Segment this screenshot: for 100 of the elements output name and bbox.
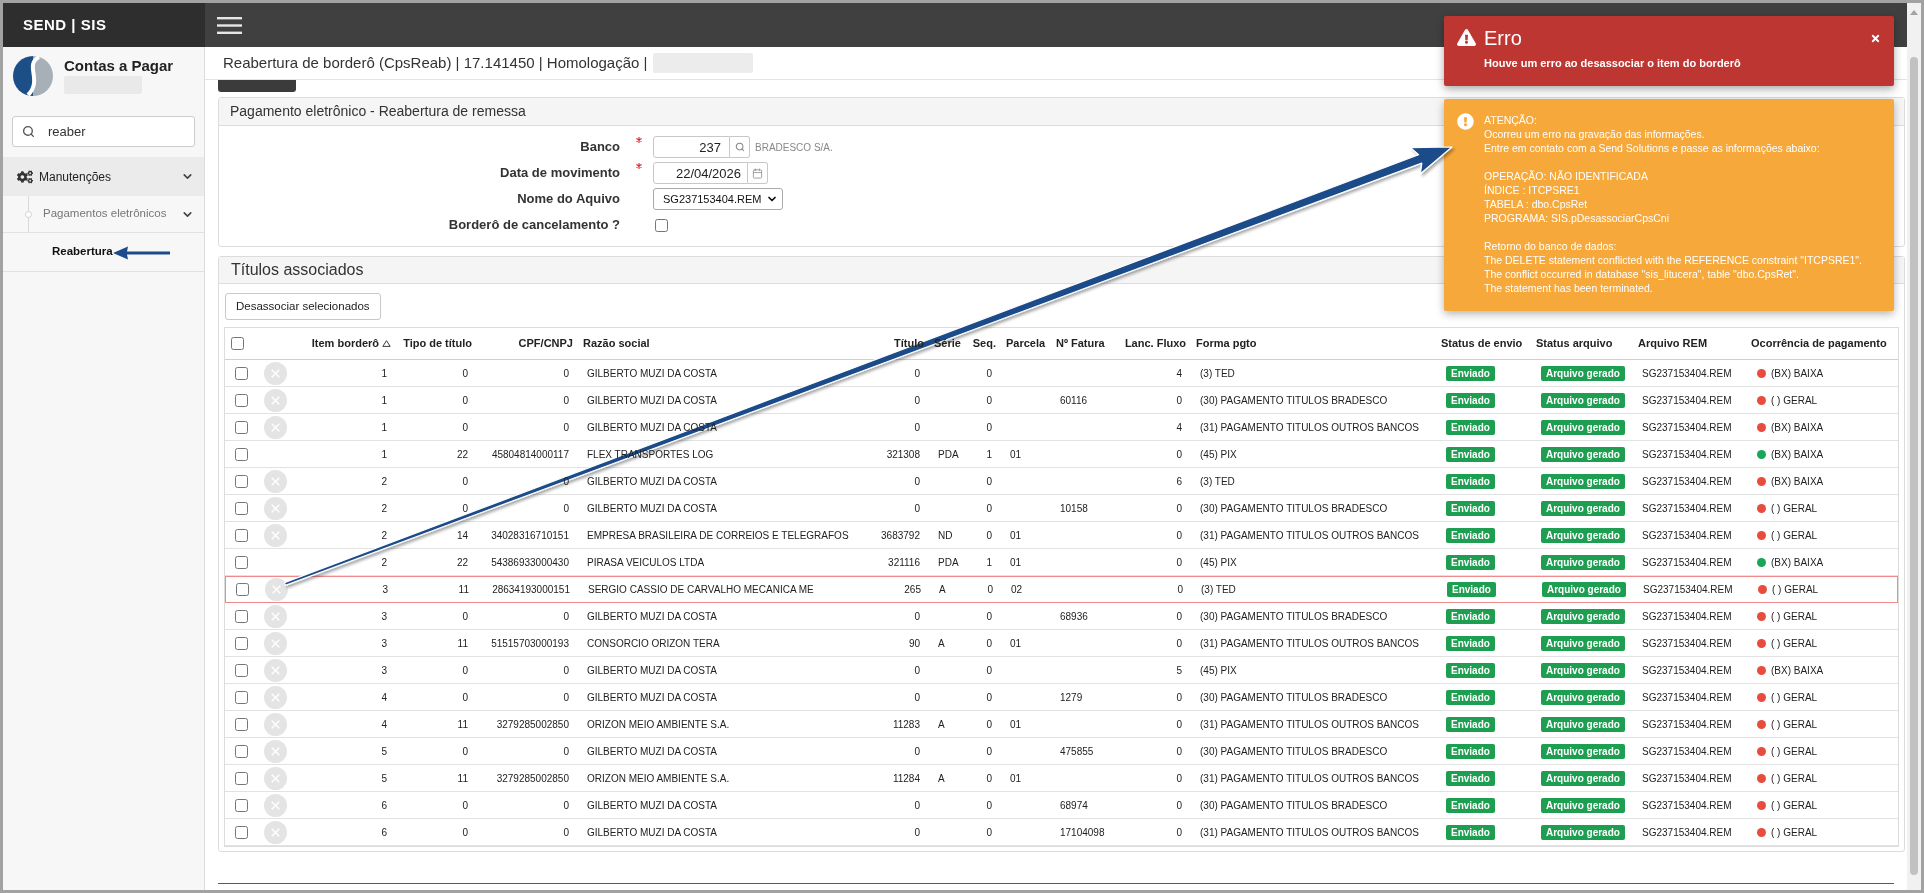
company-name: GILBERTO MUZI DA COSTA [587, 690, 718, 705]
invoice-number: 60116 [1060, 393, 1088, 408]
file-status-badge: Arquivo gerado [1541, 689, 1625, 705]
column-header[interactable]: Título [894, 335, 924, 352]
cpf-cnpj-number: 45804814000117 [491, 447, 569, 462]
row-checkbox[interactable] [235, 420, 248, 434]
file-name: SG237153404.REM [1642, 447, 1732, 462]
row-checkbox[interactable] [235, 609, 248, 623]
row-checkbox[interactable] [235, 771, 248, 785]
column-header[interactable]: Parcela [1006, 335, 1046, 352]
row-checkbox[interactable] [235, 501, 248, 515]
file-name: SG237153404.REM [1642, 798, 1732, 813]
toast-title: Erro [1484, 26, 1522, 50]
column-header[interactable]: Status arquivo [1536, 335, 1613, 352]
row-checkbox[interactable] [235, 690, 248, 704]
item-number: 2 [381, 474, 387, 489]
title-type: 11 [457, 771, 468, 786]
company-name: GILBERTO MUZI DA COSTA [587, 744, 718, 759]
menu-icon[interactable] [217, 16, 242, 34]
title-number: 0 [914, 825, 920, 840]
occurrence-label: (BX) BAIXA [1771, 366, 1824, 381]
send-status-badge: Enviado [1446, 743, 1495, 759]
row-checkbox[interactable] [235, 366, 248, 380]
menu-item[interactable]: Pagamentos eletrônicos [3, 196, 204, 233]
row-checkbox[interactable] [235, 555, 248, 569]
sequence-number: 1 [986, 555, 992, 570]
row-checkbox[interactable] [235, 393, 248, 407]
title-type: 0 [462, 690, 468, 705]
title-number: 3683792 [881, 528, 920, 543]
sequence-number: 0 [986, 393, 992, 408]
cash-flow-number: 0 [1176, 771, 1182, 786]
company-name: GILBERTO MUZI DA COSTA [587, 609, 718, 624]
lookup-field[interactable]: 237 [653, 136, 730, 158]
file-name: SG237153404.REM [1643, 583, 1733, 597]
title-number: 0 [914, 798, 920, 813]
occurrence-label: ( ) GERAL [1771, 744, 1818, 759]
close-icon[interactable] [1870, 32, 1881, 44]
column-header[interactable]: Lanc. Fluxo [1124, 335, 1186, 352]
column-header[interactable]: Arquivo REM [1638, 335, 1708, 352]
cash-flow-number: 0 [1176, 528, 1182, 543]
column-header[interactable]: Seq. [972, 335, 996, 352]
column-header[interactable]: Item borderô [311, 335, 379, 352]
column-header[interactable]: Nº Fatura [1056, 335, 1105, 352]
column-header[interactable]: Status de envio [1441, 335, 1523, 352]
payment-method: (45) PIX [1200, 663, 1237, 678]
file-name: SG237153404.REM [1642, 474, 1732, 489]
payment-method: (3) TED [1201, 583, 1236, 597]
title-type: 0 [462, 420, 468, 435]
column-header[interactable]: Razão social [583, 335, 650, 352]
select-all-checkbox[interactable] [231, 337, 244, 350]
title-number: 0 [914, 474, 920, 489]
occurrence-label: (BX) BAIXA [1771, 663, 1824, 678]
payment-method: (30) PAGAMENTO TITULOS BRADESCO [1200, 744, 1388, 759]
company-name: SERGIO CASSIO DE CARVALHO MECANICA ME [588, 583, 814, 597]
row-checkbox[interactable] [235, 717, 248, 731]
row-checkbox[interactable] [235, 636, 248, 650]
file-select[interactable]: SG237153404.REM [653, 188, 783, 210]
menu-item[interactable]: Manutenções [3, 157, 204, 196]
row-checkbox[interactable] [235, 474, 248, 488]
send-status-badge: Enviado [1446, 554, 1495, 570]
unlink-selected-button[interactable]: Desassociar selecionados [225, 293, 381, 320]
sequence-number: 0 [986, 798, 992, 813]
row-checkbox[interactable] [235, 528, 248, 542]
scrollbar-thumb[interactable] [1910, 57, 1918, 875]
column-header[interactable]: Série [934, 335, 961, 352]
company-name: ORIZON MEIO AMBIENTE S.A. [587, 771, 730, 786]
column-header[interactable]: CPF/CNPJ [518, 335, 573, 352]
occurrence-label: ( ) GERAL [1771, 771, 1818, 786]
column-header[interactable]: Tipo de título [403, 335, 472, 352]
file-name: SG237153404.REM [1642, 744, 1732, 759]
column-header[interactable]: Forma pgto [1196, 335, 1257, 352]
panel-title: Pagamento eletrônico - Reabertura de remessa [230, 102, 526, 121]
row-checkbox[interactable] [235, 663, 248, 677]
file-status-badge: Arquivo gerado [1541, 716, 1625, 732]
cash-flow-number: 0 [1176, 393, 1182, 408]
cpf-cnpj-number: 3279285002850 [496, 717, 569, 732]
message-line: The DELETE statement conflicted with the REFERENCE constraint "ITCPSRE1". [1484, 253, 1862, 267]
item-number: 3 [382, 583, 388, 597]
file-status-badge: Arquivo gerado [1541, 743, 1625, 759]
title-number: 11283 [892, 717, 920, 732]
row-checkbox[interactable] [236, 583, 249, 596]
row-checkbox[interactable] [235, 798, 248, 812]
company-name: GILBERTO MUZI DA COSTA [587, 798, 718, 813]
checkbox[interactable] [655, 218, 668, 232]
search-button[interactable] [730, 136, 750, 158]
occurrence-label: ( ) GERAL [1771, 501, 1818, 516]
item-number: 6 [381, 798, 387, 813]
message-line: TABELA : dbo.CpsRet [1484, 197, 1589, 211]
occurrence-label: ( ) GERAL [1771, 690, 1818, 705]
cash-flow-number: 0 [1176, 798, 1182, 813]
date-field[interactable]: 22/04/2026 [653, 162, 748, 184]
row-checkbox[interactable] [235, 825, 248, 839]
calendar-button[interactable] [748, 162, 768, 184]
panel-title: Títulos associados [231, 260, 364, 280]
row-checkbox[interactable] [235, 447, 248, 461]
search-field[interactable]: reaber [12, 116, 195, 147]
company-name: GILBERTO MUZI DA COSTA [587, 366, 718, 381]
row-checkbox[interactable] [235, 744, 248, 758]
column-header[interactable]: Ocorrência de pagamento [1751, 335, 1887, 352]
item-number: 2 [381, 555, 387, 570]
